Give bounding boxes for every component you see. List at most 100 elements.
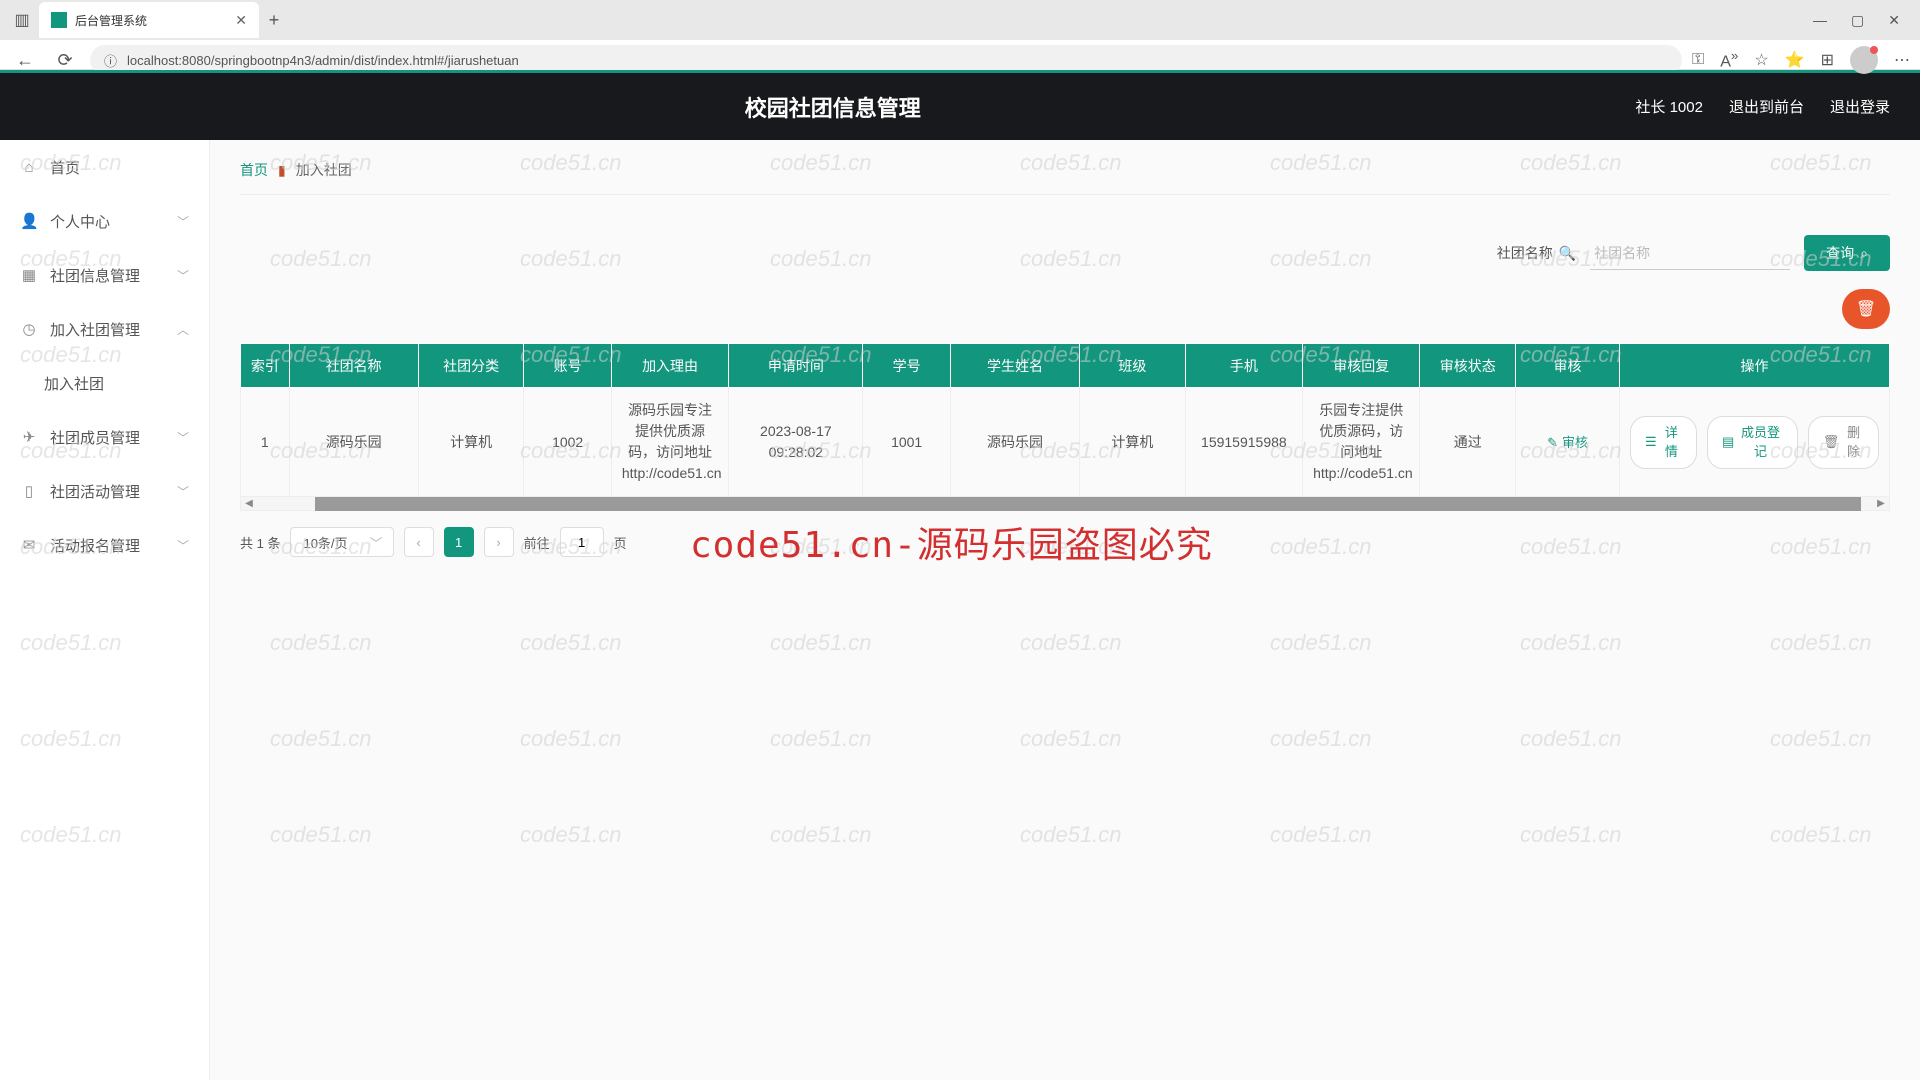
profile-avatar[interactable]	[1850, 46, 1878, 74]
prev-page-button[interactable]: ‹	[404, 527, 434, 557]
send-icon: ✈	[20, 428, 38, 446]
breadcrumb-sep-icon: ▮	[278, 162, 286, 179]
page-1-button[interactable]: 1	[444, 527, 474, 557]
sidebar-item-join-club[interactable]: 加入社团	[0, 356, 209, 410]
scroll-right-icon[interactable]: ▶	[1873, 498, 1889, 509]
sidebar-item-activity[interactable]: ▯ 社团活动管理 ﹀	[0, 464, 209, 518]
cell-name: 源码乐园	[289, 388, 418, 497]
new-tab-button[interactable]: +	[259, 10, 289, 31]
scroll-track[interactable]	[257, 497, 1873, 511]
col-phone: 手机	[1185, 344, 1302, 388]
col-review-reply: 审核回复	[1303, 344, 1420, 388]
sidebar-item-signup[interactable]: ✉ 活动报名管理 ﹀	[0, 518, 209, 572]
chevron-down-icon: ﹀	[177, 267, 189, 284]
sidebar-item-label: 社团成员管理	[50, 427, 140, 448]
browser-chrome: ▥ 后台管理系统 ✕ + — ▢ ✕ ← ⟳ ⓘ localhost:8080/…	[0, 0, 1920, 70]
sidebar-item-member[interactable]: ✈ 社团成员管理 ﹀	[0, 410, 209, 464]
tab-title: 后台管理系统	[75, 12, 147, 29]
col-student-no: 学号	[863, 344, 950, 388]
browser-tab[interactable]: 后台管理系统 ✕	[39, 2, 259, 38]
search-button[interactable]: 查询 ⌕	[1804, 235, 1890, 271]
user-label[interactable]: 社长 1002	[1635, 96, 1703, 117]
cell-index: 1	[241, 388, 290, 497]
sidebar-item-label: 加入社团	[44, 373, 104, 394]
scroll-thumb[interactable]	[315, 497, 1861, 511]
cell-student-no: 1001	[863, 388, 950, 497]
sidebar-item-home[interactable]: ⌂ 首页	[0, 140, 209, 194]
table-row: 1 源码乐园 计算机 1002 源码乐园专注提供优质源码，访问地址http://…	[241, 388, 1890, 497]
grid-icon: ▦	[20, 266, 38, 284]
pagination: 共 1 条 10条/页 ﹀ ‹ 1 › 前往 页	[240, 527, 1890, 557]
cell-apply-time: 2023-08-17 09:28:02	[729, 388, 863, 497]
page-size-select[interactable]: 10条/页 ﹀	[290, 527, 393, 557]
cell-review-reply: 乐园专注提供优质源码，访问地址http://code51.cn	[1303, 388, 1420, 497]
goto-page-input[interactable]	[560, 527, 604, 557]
sidebar-item-label: 加入社团管理	[50, 319, 140, 340]
data-table: 索引 社团名称 社团分类 账号 加入理由 申请时间 学号 学生姓名 班级 手机 …	[240, 343, 1890, 511]
scroll-left-icon[interactable]: ◀	[241, 498, 257, 509]
url-text: localhost:8080/springbootnp4n3/admin/dis…	[127, 53, 519, 68]
main-content: 首页 ▮ 加入社团 社团名称 🔍 查询 ⌕ 🗑	[210, 140, 1920, 1080]
chevron-down-icon: ﹀	[177, 429, 189, 446]
tab-bar: ▥ 后台管理系统 ✕ + — ▢ ✕	[0, 0, 1920, 40]
user-icon: 👤	[20, 212, 38, 230]
chevron-down-icon: ﹀	[177, 537, 189, 554]
favorites-bar-icon[interactable]: ⭐	[1785, 50, 1805, 70]
favorite-icon[interactable]: ☆	[1754, 50, 1768, 70]
cell-phone: 15915915988	[1185, 388, 1302, 497]
col-student-name: 学生姓名	[950, 344, 1079, 388]
cell-actions: ☰ 详情 ▤ 成员登记 🗑 删除	[1620, 388, 1890, 497]
goto-label: 前往	[524, 533, 550, 552]
cell-category: 计算机	[418, 388, 524, 497]
search-label: 社团名称 🔍	[1497, 243, 1576, 263]
sidebar-item-club-info[interactable]: ▦ 社团信息管理 ﹀	[0, 248, 209, 302]
next-page-button[interactable]: ›	[484, 527, 514, 557]
window-controls: — ▢ ✕	[1813, 12, 1920, 29]
close-window-icon[interactable]: ✕	[1888, 12, 1900, 29]
collections-icon[interactable]: ⊞	[1821, 50, 1834, 70]
search-bar: 社团名称 🔍 查询 ⌕	[240, 235, 1890, 271]
col-audit: 审核	[1516, 344, 1620, 388]
sidebar-item-join-manage[interactable]: ◷ 加入社团管理 ︿	[0, 302, 209, 356]
read-aloud-icon[interactable]: A»	[1720, 48, 1738, 71]
logout-link[interactable]: 退出登录	[1830, 96, 1890, 117]
col-name: 社团名称	[289, 344, 418, 388]
col-account: 账号	[524, 344, 611, 388]
app-header: 校园社团信息管理 社长 1002 退出到前台 退出登录	[0, 70, 1920, 140]
favicon-icon	[51, 12, 67, 28]
sidebar-item-label: 社团信息管理	[50, 265, 140, 286]
back-to-front-link[interactable]: 退出到前台	[1729, 96, 1804, 117]
col-class: 班级	[1080, 344, 1186, 388]
more-icon[interactable]: ⋯	[1894, 50, 1910, 70]
maximize-icon[interactable]: ▢	[1851, 12, 1864, 29]
col-apply-time: 申请时间	[729, 344, 863, 388]
trash-small-icon: 🗑	[1823, 432, 1840, 452]
sidebar-item-label: 首页	[50, 157, 80, 178]
key-icon[interactable]: ⚿	[1692, 51, 1704, 69]
batch-delete-button[interactable]: 🗑	[1842, 289, 1890, 329]
search-input[interactable]	[1590, 236, 1790, 270]
search-glass-icon: ⌕	[1860, 245, 1868, 262]
breadcrumb-current: 加入社团	[296, 160, 352, 180]
sidebar-item-label: 社团活动管理	[50, 481, 140, 502]
minimize-icon[interactable]: —	[1813, 12, 1827, 29]
doc-icon: ▤	[1722, 432, 1734, 452]
app: 校园社团信息管理 社长 1002 退出到前台 退出登录 ⌂ 首页 👤 个人中心 …	[0, 70, 1920, 1080]
detail-button[interactable]: ☰ 详情	[1630, 416, 1697, 469]
chevron-down-icon: ﹀	[177, 213, 189, 230]
search-icon: 🔍	[1559, 245, 1576, 262]
tab-overview-button[interactable]: ▥	[5, 3, 39, 37]
horizontal-scrollbar[interactable]: ◀ ▶	[240, 497, 1890, 511]
close-icon[interactable]: ✕	[235, 12, 247, 29]
search-button-label: 查询	[1826, 243, 1854, 263]
chevron-up-icon: ︿	[177, 321, 189, 338]
pagination-total: 共 1 条	[240, 533, 280, 552]
delete-button[interactable]: 🗑 删除	[1808, 416, 1879, 469]
sidebar: ⌂ 首页 👤 个人中心 ﹀ ▦ 社团信息管理 ﹀ ◷ 加入社团管理 ︿ 加入社团	[0, 140, 210, 1080]
home-icon: ⌂	[20, 159, 38, 176]
sidebar-item-profile[interactable]: 👤 个人中心 ﹀	[0, 194, 209, 248]
audit-link[interactable]: ✎ 审核	[1547, 433, 1588, 453]
breadcrumb-home[interactable]: 首页	[240, 160, 268, 180]
page-suffix: 页	[614, 533, 627, 552]
register-button[interactable]: ▤ 成员登记	[1707, 416, 1798, 469]
